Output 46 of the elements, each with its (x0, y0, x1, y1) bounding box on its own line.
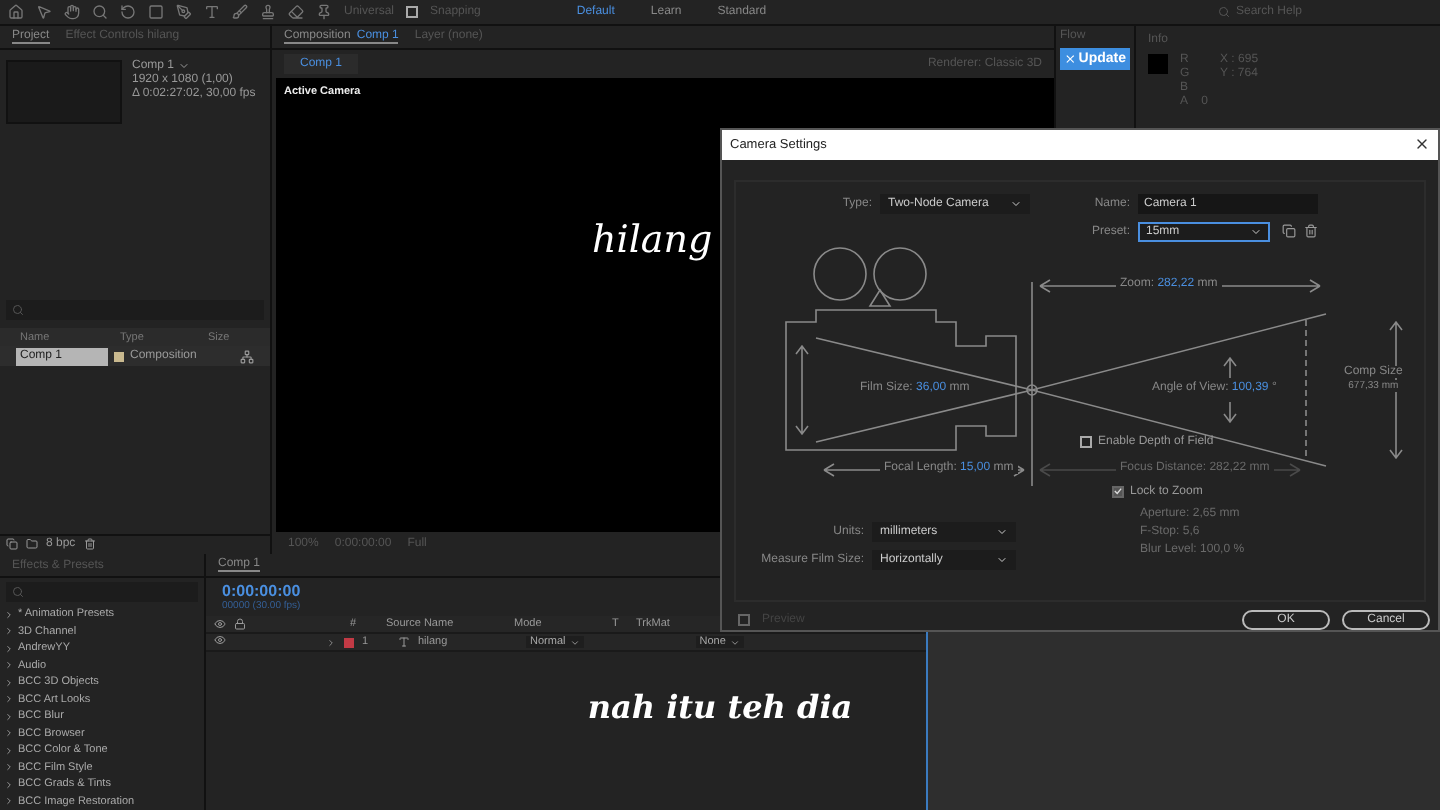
search-field[interactable] (6, 300, 264, 321)
checkbox[interactable] (1112, 485, 1124, 498)
chevron-icon (569, 637, 580, 647)
save-preset-icon[interactable] (1282, 224, 1296, 239)
close-icon (1064, 51, 1077, 66)
pointer-icon[interactable] (36, 3, 52, 20)
rectangle-icon[interactable] (148, 3, 164, 20)
pen-icon[interactable] (176, 3, 192, 20)
brush-icon[interactable] (232, 3, 248, 20)
flowchart-icon[interactable] (240, 349, 254, 364)
subtitle-caption: nah itu teh dia (587, 688, 853, 726)
search-field[interactable] (6, 582, 198, 602)
lock-icon[interactable] (234, 618, 246, 630)
eraser-icon[interactable] (288, 3, 304, 20)
search-icon (12, 586, 24, 598)
rotate-icon[interactable] (120, 3, 136, 20)
color-swatch (1148, 53, 1168, 74)
text-icon[interactable] (204, 3, 220, 20)
search-icon[interactable] (92, 3, 108, 20)
eye-icon[interactable] (214, 618, 226, 630)
chevron-icon (996, 553, 1008, 566)
chevron-icon (1250, 225, 1262, 238)
hand-icon[interactable] (64, 3, 80, 20)
chevron-icon (1010, 197, 1022, 210)
checkbox[interactable] (1080, 435, 1092, 448)
folder-icon[interactable] (26, 538, 38, 551)
home-icon[interactable] (8, 3, 24, 20)
stamp-icon[interactable] (260, 3, 276, 20)
snapping-checkbox[interactable] (406, 5, 419, 18)
text-layer-icon (398, 636, 410, 648)
close-icon[interactable] (1414, 136, 1430, 153)
chevron-icon (996, 525, 1008, 538)
eye-icon[interactable] (214, 634, 226, 646)
viewer-text: hilang (592, 217, 713, 262)
interpret-icon[interactable] (6, 538, 18, 551)
label-swatch (114, 351, 124, 362)
search-icon (1218, 5, 1230, 18)
checkbox[interactable] (738, 614, 750, 626)
chevron-icon (729, 637, 740, 647)
trash-icon[interactable] (83, 538, 96, 551)
label-swatch[interactable] (344, 637, 354, 647)
trash-icon[interactable] (1304, 224, 1318, 239)
search-icon (12, 304, 24, 317)
caret-icon[interactable] (178, 59, 191, 72)
pin-icon[interactable] (316, 3, 332, 20)
expand-icon[interactable] (326, 637, 336, 647)
